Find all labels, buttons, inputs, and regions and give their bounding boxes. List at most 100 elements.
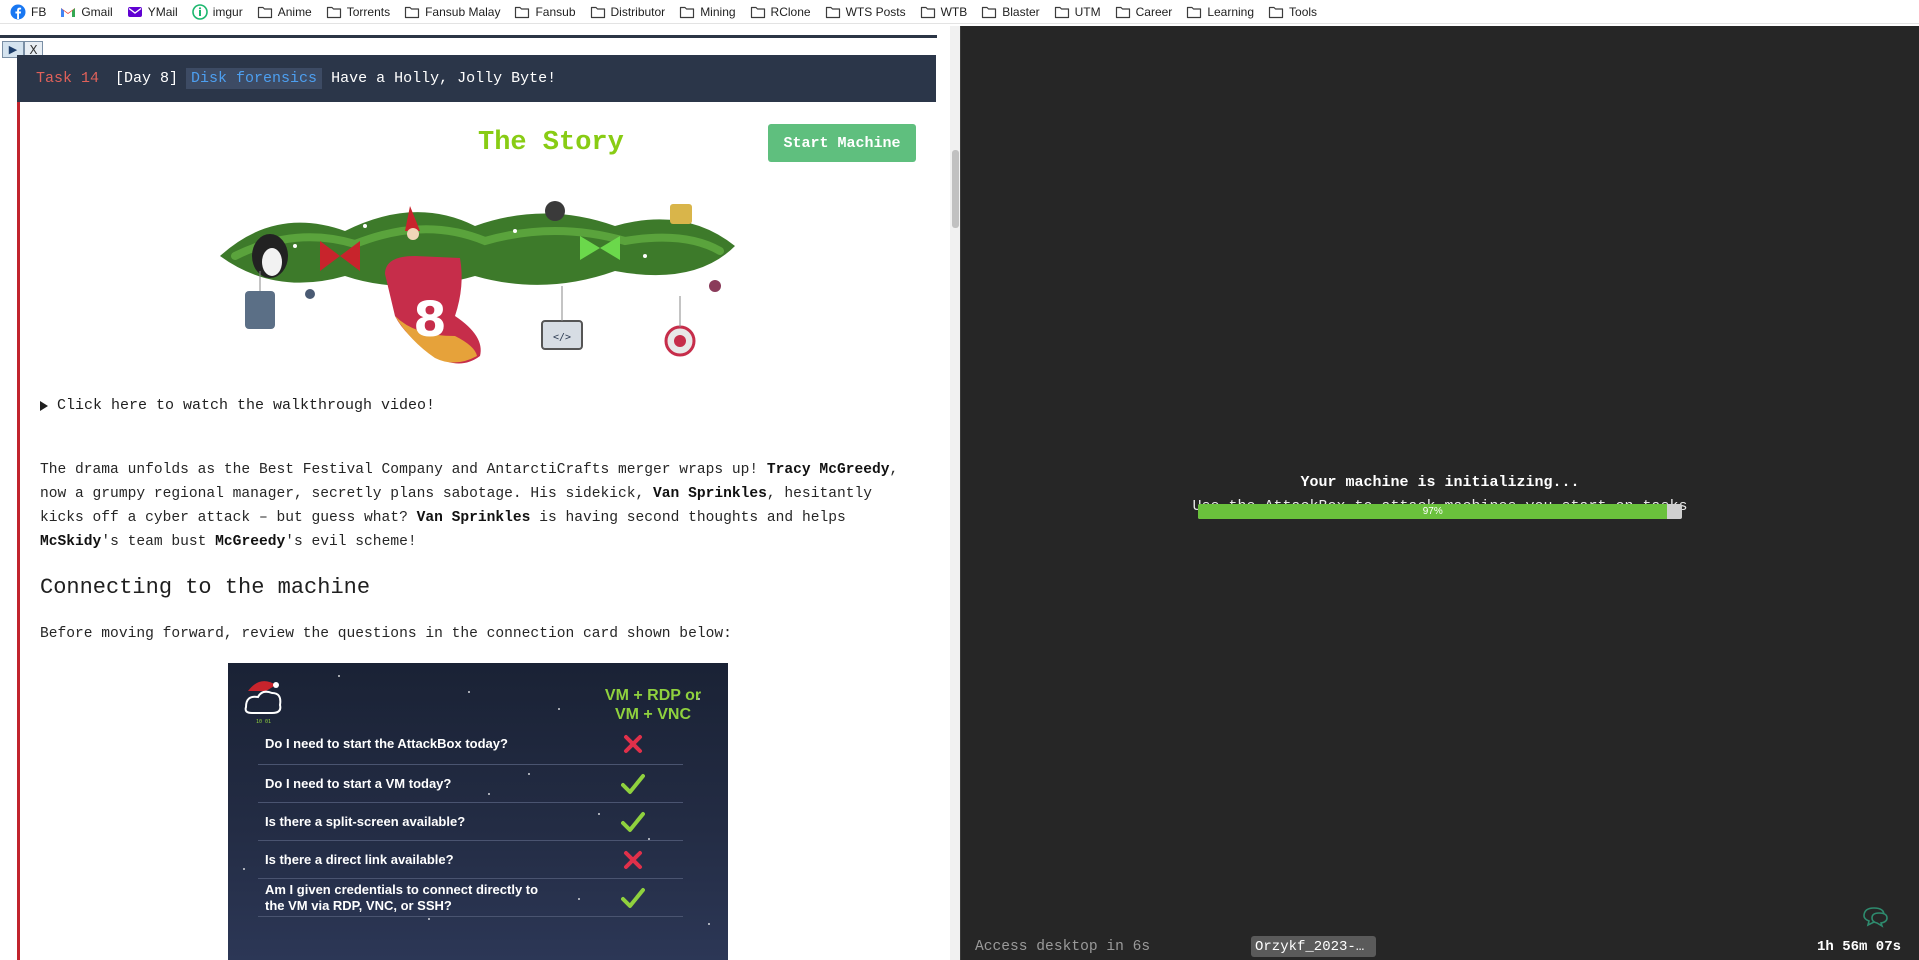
bookmark-label: Career (1135, 4, 1173, 19)
story-name: McSkidy (40, 534, 102, 550)
bookmark-label: Gmail (81, 4, 113, 19)
card-question: Is there a split-screen available? (265, 813, 466, 829)
task-number: Task 14 (36, 70, 100, 87)
machine-name-tab[interactable]: Orzykf_2023-… (1251, 936, 1376, 957)
card-header: VM + RDP or VM + VNC (583, 686, 723, 724)
bookmark-label: Learning (1207, 4, 1255, 19)
folder-icon (257, 4, 278, 20)
card-row: Am I given credentials to connect direct… (258, 879, 683, 917)
card-question: Do I need to start a VM today? (265, 775, 452, 791)
bookmarks-bar: FB Gmail YMail imgur Anime Torrents Fansub Mal… (0, 0, 1919, 24)
bookmark-wtb[interactable]: WTB (914, 1, 974, 23)
section-heading: Connecting to the machine (40, 575, 371, 600)
star-decoration (708, 923, 710, 925)
check-icon (603, 811, 663, 833)
machine-timer: 1h 56m 07s (1817, 939, 1902, 955)
cross-icon (603, 733, 663, 755)
bookmark-fansub-malay[interactable]: Fansub Malay (398, 1, 506, 23)
story-text: 's team bust (101, 534, 216, 550)
folder-icon (326, 4, 347, 20)
card-question: Am I given credentials to connect direct… (265, 881, 539, 913)
folder-icon (920, 4, 941, 20)
folder-icon (750, 4, 771, 20)
bookmark-gmail[interactable]: Gmail (54, 1, 118, 23)
star-decoration (288, 863, 290, 865)
bookmark-distributor[interactable]: Distributor (584, 1, 672, 23)
bookmark-learning[interactable]: Learning (1180, 1, 1260, 23)
bookmark-torrents[interactable]: Torrents (320, 1, 396, 23)
card-header-line: VM + RDP or (604, 687, 702, 704)
card-question: Is there a direct link available? (265, 851, 454, 867)
facebook-icon (10, 4, 31, 20)
bookmark-label: Mining (700, 4, 736, 19)
folder-icon (825, 4, 846, 20)
story-name: Van Sprinkles (416, 510, 531, 526)
story-paragraph: The drama unfolds as the Best Festival C… (40, 458, 920, 554)
star-decoration (528, 773, 530, 775)
bookmark-fansub[interactable]: Fansub (508, 1, 581, 23)
bookmark-label: Blaster (1002, 4, 1040, 19)
chat-support-icon[interactable] (1860, 904, 1890, 928)
story-text: 's evil scheme! (285, 534, 417, 550)
folder-icon (1115, 4, 1136, 20)
story-text: The drama unfolds as the Best Festival C… (40, 462, 767, 478)
bookmark-fb[interactable]: FB (4, 1, 52, 23)
machine-pane: Your machine is initializing... Use the … (961, 26, 1919, 960)
story-text: is having second thoughts and helps (530, 510, 846, 526)
bookmark-wts-posts[interactable]: WTS Posts (819, 1, 912, 23)
story-name: Tracy McGreedy (766, 462, 890, 478)
walkthrough-toggle[interactable]: Click here to watch the walkthrough vide… (40, 397, 435, 414)
connection-card: 10 01 VM + RDP or VM + VNC Do I need to … (228, 663, 728, 960)
bookmark-label: Tools (1289, 4, 1318, 19)
folder-icon (981, 4, 1002, 20)
bookmark-label: Distributor (610, 4, 666, 19)
folder-icon (514, 4, 535, 20)
christmas-garland-image: 8 </> (220, 201, 735, 364)
star-decoration (578, 898, 580, 900)
bookmark-blaster[interactable]: Blaster (975, 1, 1045, 23)
bookmark-anime[interactable]: Anime (251, 1, 318, 23)
task-header[interactable]: Task 14 [Day 8] Disk forensics Have a Ho… (17, 55, 936, 102)
task-pane-scroll-thumb[interactable] (952, 150, 959, 228)
bookmark-label: YMail (147, 4, 178, 19)
folder-icon (1186, 4, 1207, 20)
card-row: Is there a split-screen available? (258, 803, 683, 841)
access-desktop-countdown: Access desktop in 6s (975, 939, 1151, 955)
star-decoration (698, 698, 700, 700)
machine-status: Your machine is initializing... (1300, 474, 1580, 491)
bookmark-mining[interactable]: Mining (673, 1, 741, 23)
bookmark-label: FB (31, 4, 47, 19)
bookmark-imgur[interactable]: imgur (186, 1, 249, 23)
star-decoration (558, 708, 560, 710)
bookmark-label: Fansub (535, 4, 576, 19)
story-name: Van Sprinkles (653, 486, 767, 502)
bookmark-ymail[interactable]: YMail (121, 1, 184, 23)
bookmark-label: WTB (940, 4, 968, 19)
star-decoration (648, 838, 650, 840)
start-machine-button[interactable]: Start Machine (768, 124, 916, 162)
yahoo-mail-icon (127, 4, 148, 20)
check-icon (603, 887, 663, 909)
task-tag: Disk forensics (186, 68, 323, 89)
story-title: The Story (478, 128, 624, 158)
card-header-line: VM + VNC (614, 706, 691, 723)
bookmark-label: Fansub Malay (425, 4, 501, 19)
cross-icon (603, 849, 663, 871)
machine-progress-label: 97% (1422, 506, 1443, 517)
walkthrough-label: Click here to watch the walkthrough vide… (57, 397, 436, 414)
check-icon (603, 773, 663, 795)
folder-icon (404, 4, 425, 20)
task-day: [Day 8] (115, 70, 179, 87)
bookmark-label: Torrents (346, 4, 391, 19)
svg-text:</>: </> (553, 332, 571, 343)
card-row: Do I need to start the AttackBox today? (258, 723, 683, 765)
bookmark-utm[interactable]: UTM (1048, 1, 1107, 23)
bookmark-rclone[interactable]: RClone (744, 1, 817, 23)
task-pane-top-strip (0, 26, 937, 38)
bookmark-tools[interactable]: Tools (1262, 1, 1323, 23)
santa-cloud-logo-icon: 10 01 (244, 681, 282, 725)
imgur-icon (191, 3, 213, 20)
gmail-icon (60, 4, 81, 20)
bookmark-career[interactable]: Career (1109, 1, 1179, 23)
star-decoration (488, 793, 490, 795)
